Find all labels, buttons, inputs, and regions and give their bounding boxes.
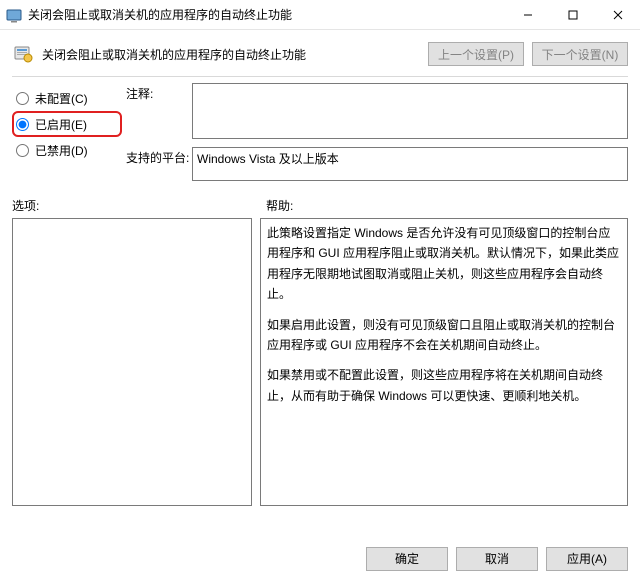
minimize-button[interactable] — [505, 0, 550, 29]
supported-platforms[interactable]: Windows Vista 及以上版本 — [192, 147, 628, 181]
help-label: 帮助: — [252, 197, 628, 214]
close-button[interactable] — [595, 0, 640, 29]
footer: 确定 取消 应用(A) — [0, 536, 640, 580]
apply-button[interactable]: 应用(A) — [546, 547, 628, 571]
maximize-button[interactable] — [550, 0, 595, 29]
radio-disabled[interactable]: 已禁用(D) — [12, 137, 122, 163]
policy-icon — [12, 43, 34, 65]
radio-disabled-input[interactable] — [16, 144, 29, 157]
radio-not-configured[interactable]: 未配置(C) — [12, 85, 122, 111]
cancel-button[interactable]: 取消 — [456, 547, 538, 571]
options-pane[interactable] — [12, 218, 252, 506]
policy-name: 关闭会阻止或取消关机的应用程序的自动终止功能 — [42, 46, 420, 63]
radio-enabled[interactable]: 已启用(E) — [12, 111, 122, 137]
next-setting-button[interactable]: 下一个设置(N) — [532, 42, 628, 66]
platform-value: Windows Vista 及以上版本 — [197, 152, 339, 166]
policy-header: 关闭会阻止或取消关机的应用程序的自动终止功能 上一个设置(P) 下一个设置(N) — [0, 30, 640, 76]
radio-not-configured-label: 未配置(C) — [35, 90, 88, 107]
platform-label: 支持的平台: — [126, 147, 192, 166]
comment-label: 注释: — [126, 83, 192, 102]
fields-grid: 注释: 支持的平台: Windows Vista 及以上版本 — [126, 83, 628, 181]
radio-enabled-input[interactable] — [16, 118, 29, 131]
radio-not-configured-input[interactable] — [16, 92, 29, 105]
help-text: 此策略设置指定 Windows 是否允许没有可见顶级窗口的控制台应用程序和 GU… — [267, 223, 621, 406]
prev-setting-button[interactable]: 上一个设置(P) — [428, 42, 524, 66]
help-pane[interactable]: 此策略设置指定 Windows 是否允许没有可见顶级窗口的控制台应用程序和 GU… — [260, 218, 628, 506]
comment-input[interactable] — [192, 83, 628, 139]
section-heads: 选项: 帮助: — [0, 185, 640, 218]
window-controls — [505, 0, 640, 29]
radio-enabled-label: 已启用(E) — [35, 116, 87, 133]
window-title: 关闭会阻止或取消关机的应用程序的自动终止功能 — [28, 6, 505, 23]
radio-disabled-label: 已禁用(D) — [35, 142, 88, 159]
titlebar: 关闭会阻止或取消关机的应用程序的自动终止功能 — [0, 0, 640, 30]
state-radio-group: 未配置(C) 已启用(E) 已禁用(D) — [12, 83, 122, 181]
options-label: 选项: — [12, 197, 252, 214]
ok-button[interactable]: 确定 — [366, 547, 448, 571]
form-area: 未配置(C) 已启用(E) 已禁用(D) 注释: 支持的平台: Windows … — [0, 77, 640, 185]
app-icon — [6, 7, 22, 23]
panes: 此策略设置指定 Windows 是否允许没有可见顶级窗口的控制台应用程序和 GU… — [0, 218, 640, 506]
